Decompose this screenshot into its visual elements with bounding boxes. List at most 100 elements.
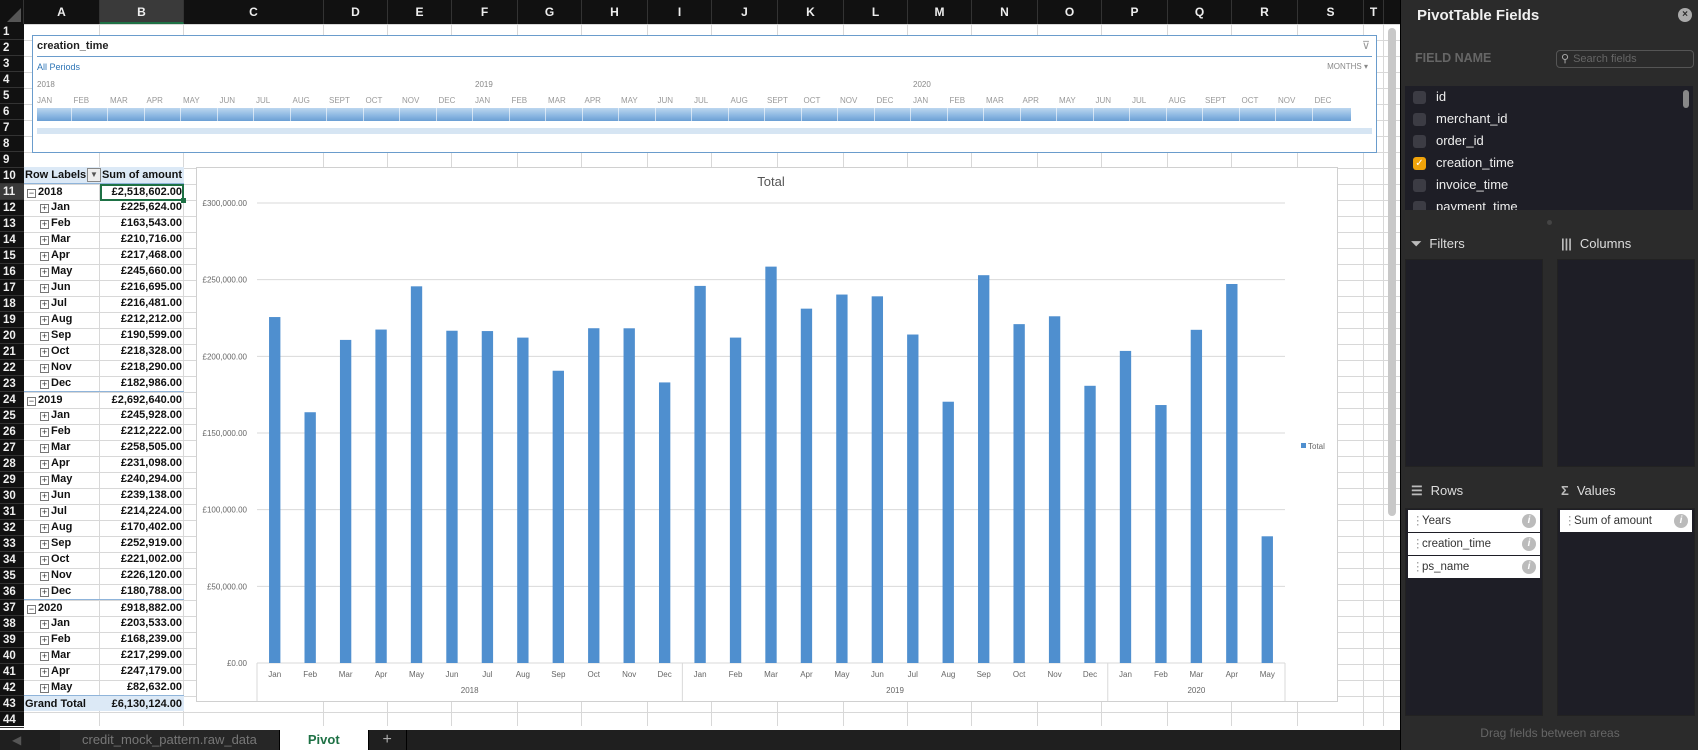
expand-icon[interactable]: + — [40, 220, 49, 229]
bar[interactable] — [552, 370, 564, 663]
bar[interactable] — [304, 412, 316, 663]
row-header[interactable]: 22 — [0, 360, 24, 376]
row-header[interactable]: 24 — [0, 392, 24, 408]
bar[interactable] — [800, 308, 813, 663]
column-header[interactable]: H — [582, 0, 648, 24]
close-icon[interactable]: × — [1678, 8, 1692, 22]
column-header[interactable]: C — [184, 0, 324, 24]
row-header[interactable]: 35 — [0, 568, 24, 584]
pivot-month-row[interactable]: + Feb £212,222.00 — [24, 423, 184, 439]
bar[interactable] — [1190, 329, 1203, 663]
row-header[interactable]: 5 — [0, 88, 24, 104]
timeline-month-label[interactable]: JAN — [913, 96, 928, 105]
row-header[interactable]: 29 — [0, 472, 24, 488]
field-item[interactable]: ✓ creation_time — [1405, 152, 1693, 174]
timeline-month-label[interactable]: MAY — [183, 96, 200, 105]
bar[interactable] — [1084, 385, 1096, 663]
expand-icon[interactable]: + — [40, 412, 49, 421]
timeline-month-label[interactable]: DEC — [877, 96, 894, 105]
bar[interactable] — [623, 328, 635, 663]
column-header[interactable]: I — [648, 0, 712, 24]
expand-icon[interactable]: + — [40, 428, 49, 437]
row-header[interactable]: 32 — [0, 520, 24, 536]
row-header[interactable]: 27 — [0, 440, 24, 456]
row-header[interactable]: 21 — [0, 344, 24, 360]
bar[interactable] — [978, 275, 990, 663]
timeline-month-label[interactable]: JAN — [37, 96, 52, 105]
row-header[interactable]: 36 — [0, 584, 24, 600]
expand-icon[interactable]: + — [40, 332, 49, 341]
column-header[interactable]: G — [518, 0, 582, 24]
pivot-month-row[interactable]: + Mar £210,716.00 — [24, 231, 184, 247]
timeline-month-label[interactable]: JUN — [658, 96, 674, 105]
pivot-month-row[interactable]: + Aug £170,402.00 — [24, 519, 184, 535]
column-header[interactable]: F — [452, 0, 518, 24]
bar[interactable] — [410, 286, 423, 663]
pivot-month-row[interactable]: + Sep £252,919.00 — [24, 535, 184, 551]
timeline-month-label[interactable]: MAR — [548, 96, 566, 105]
timeline-month-label[interactable]: DEC — [1315, 96, 1332, 105]
pivot-month-row[interactable]: + May £240,294.00 — [24, 471, 184, 487]
columns-area[interactable] — [1557, 259, 1695, 467]
drag-handle-icon[interactable]: ⋮ — [1412, 533, 1424, 555]
column-header[interactable]: J — [712, 0, 778, 24]
row-header[interactable]: 9 — [0, 152, 24, 168]
timeline-month-label[interactable]: AUG — [293, 96, 310, 105]
row-header[interactable]: 33 — [0, 536, 24, 552]
row-header[interactable]: 37 — [0, 600, 24, 616]
timeline-month-label[interactable]: MAY — [1059, 96, 1076, 105]
expand-icon[interactable]: + — [40, 652, 49, 661]
timeline-month-label[interactable]: JUL — [1132, 96, 1146, 105]
column-header[interactable]: K — [778, 0, 844, 24]
pivot-month-row[interactable]: + Jun £239,138.00 — [24, 487, 184, 503]
timeline-month-label[interactable]: OCT — [804, 96, 821, 105]
checkbox-icon[interactable] — [1413, 200, 1426, 210]
pivot-month-row[interactable]: + Jun £216,695.00 — [24, 279, 184, 295]
expand-icon[interactable]: + — [40, 492, 49, 501]
timeline-month-label[interactable]: JUN — [220, 96, 236, 105]
bar[interactable] — [375, 329, 387, 663]
pivot-month-row[interactable]: + Apr £247,179.00 — [24, 663, 184, 679]
bar[interactable] — [729, 337, 742, 663]
column-header[interactable]: B — [100, 0, 184, 24]
area-field-chip[interactable]: ⋮ Sum of amount i — [1560, 510, 1692, 532]
bar[interactable] — [694, 285, 706, 663]
search-fields-input[interactable]: ⚲ Search fields — [1556, 50, 1694, 68]
expand-icon[interactable]: + — [40, 300, 49, 309]
row-header[interactable]: 42 — [0, 680, 24, 696]
expand-icon[interactable]: + — [40, 524, 49, 533]
row-header[interactable]: 20 — [0, 328, 24, 344]
pivot-month-row[interactable]: + Dec £182,986.00 — [24, 375, 184, 391]
expand-icon[interactable]: + — [40, 572, 49, 581]
expand-icon[interactable]: + — [40, 476, 49, 485]
row-header[interactable]: 2 — [0, 40, 24, 56]
expand-icon[interactable]: + — [40, 316, 49, 325]
pivot-year-row[interactable]: −2020 £918,882.00 — [24, 599, 184, 615]
rows-area[interactable]: ⋮ Years i ⋮ creation_time i ⋮ ps_name i — [1405, 508, 1543, 716]
clear-filter-icon[interactable]: ⊽ — [1362, 39, 1370, 52]
field-item[interactable]: id — [1405, 86, 1693, 108]
bar[interactable] — [517, 337, 529, 663]
timeline-month-label[interactable]: OCT — [1242, 96, 1259, 105]
timeline-month-label[interactable]: MAR — [986, 96, 1004, 105]
bar[interactable] — [446, 330, 458, 663]
expand-icon[interactable]: + — [40, 508, 49, 517]
row-header[interactable]: 31 — [0, 504, 24, 520]
pivot-month-row[interactable]: + Jan £203,533.00 — [24, 615, 184, 631]
time-level-dropdown[interactable]: MONTHS ▾ — [1327, 62, 1368, 71]
timeline-month-label[interactable]: NOV — [402, 96, 419, 105]
row-header[interactable]: 43 — [0, 696, 24, 712]
field-list-scrollbar[interactable] — [1683, 90, 1689, 108]
bar[interactable] — [1155, 405, 1167, 663]
area-field-chip[interactable]: ⋮ ps_name i — [1408, 556, 1540, 578]
timeline-month-label[interactable]: AUG — [731, 96, 748, 105]
column-header[interactable]: O — [1038, 0, 1102, 24]
bar[interactable] — [339, 339, 352, 663]
expand-icon[interactable]: + — [40, 252, 49, 261]
timeline-month-label[interactable]: AUG — [1169, 96, 1186, 105]
expand-icon[interactable]: + — [40, 348, 49, 357]
collapse-icon[interactable]: − — [27, 605, 36, 614]
area-field-chip[interactable]: ⋮ creation_time i — [1408, 533, 1540, 555]
pivot-month-row[interactable]: + Sep £190,599.00 — [24, 327, 184, 343]
row-header[interactable]: 6 — [0, 104, 24, 120]
